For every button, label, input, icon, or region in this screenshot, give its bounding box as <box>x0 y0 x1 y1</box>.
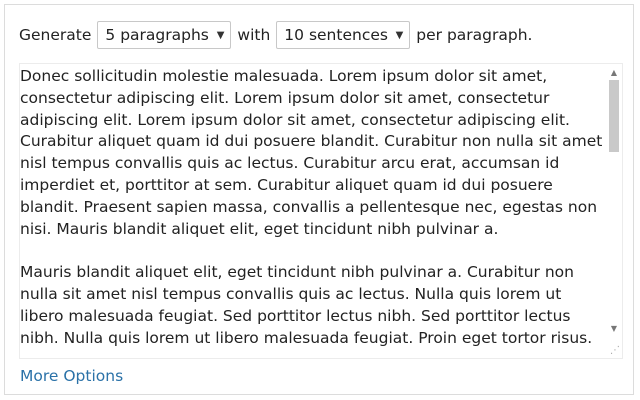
sentences-select[interactable]: 10 sentences ▼ <box>276 21 411 49</box>
generator-controls: Generate 5 paragraphs ▼ with 10 sentence… <box>19 19 538 51</box>
generator-panel: Generate 5 paragraphs ▼ with 10 sentence… <box>4 4 634 395</box>
scroll-thumb[interactable] <box>609 80 619 152</box>
paragraphs-select[interactable]: 5 paragraphs ▼ <box>97 21 232 49</box>
chevron-down-icon: ▼ <box>395 30 404 41</box>
paragraph-1: Donec sollicitudin molestie malesuada. L… <box>20 67 603 238</box>
per-paragraph-label: per paragraph. <box>416 26 533 44</box>
paragraphs-select-value: 5 paragraphs <box>105 26 209 44</box>
generated-text-area[interactable]: Donec sollicitudin molestie malesuada. L… <box>19 63 623 359</box>
more-options-link[interactable]: More Options <box>20 367 123 385</box>
with-label: with <box>237 26 271 44</box>
scroll-down-arrow-icon[interactable]: ▼ <box>606 322 622 336</box>
paragraph-2: Mauris blandit aliquet elit, eget tincid… <box>20 263 593 347</box>
vertical-scrollbar[interactable]: ▲ ▼ <box>606 64 622 358</box>
scroll-up-arrow-icon[interactable]: ▲ <box>606 66 622 80</box>
generate-label: Generate <box>19 26 92 44</box>
generated-text: Donec sollicitudin molestie malesuada. L… <box>20 64 606 358</box>
resize-grip-icon[interactable]: ⋰ <box>610 346 620 356</box>
chevron-down-icon: ▼ <box>216 30 225 41</box>
sentences-select-value: 10 sentences <box>284 26 388 44</box>
